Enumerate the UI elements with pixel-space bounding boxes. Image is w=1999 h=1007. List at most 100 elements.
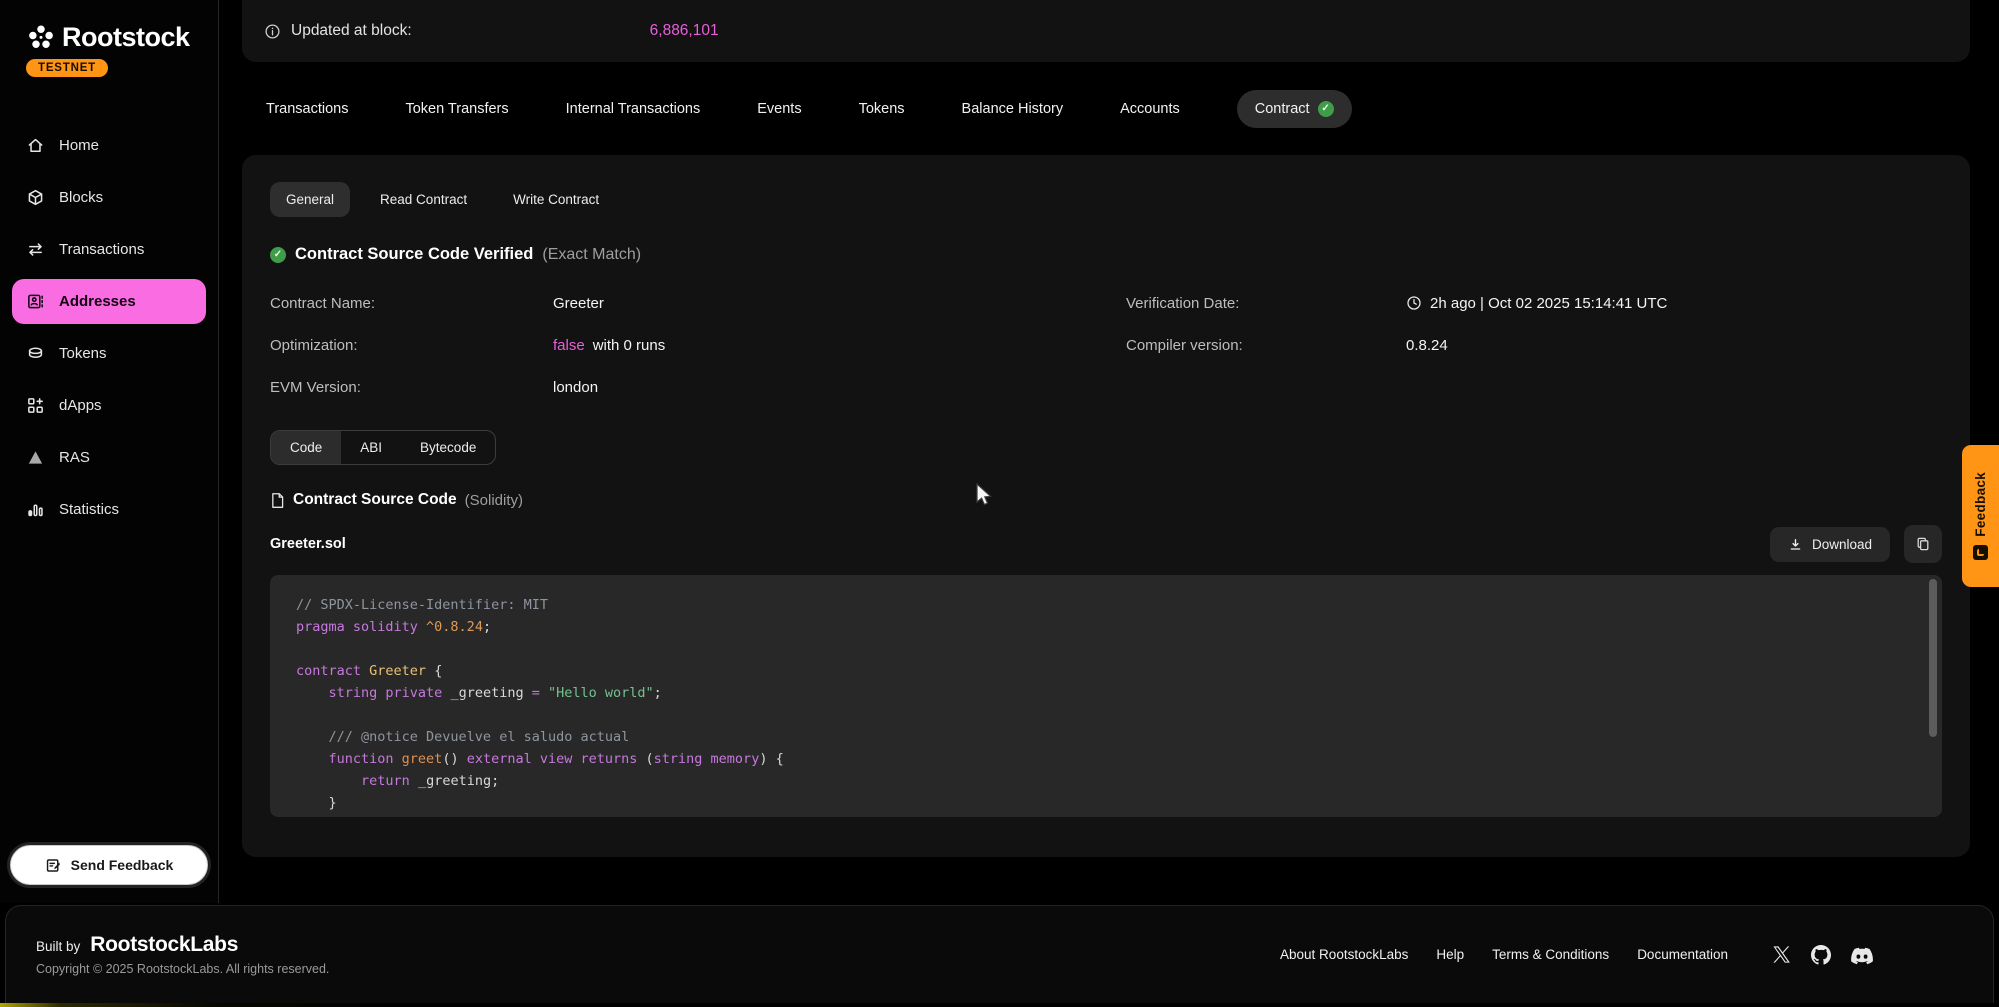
tab-events[interactable]: Events: [757, 101, 801, 117]
detail-row-evm-version: EVM Version: london: [270, 366, 1086, 408]
subtab-read-contract[interactable]: Read Contract: [364, 182, 483, 217]
verified-subtitle: (Exact Match): [542, 246, 641, 264]
code-view-toggle: Code ABI Bytecode: [270, 430, 496, 465]
sidebar-item-ras[interactable]: RAS: [12, 435, 206, 480]
coin-icon: [26, 344, 45, 363]
footer: Built by RootstockLabs Copyright © 2025 …: [5, 905, 1994, 1003]
copy-source-button[interactable]: [1904, 525, 1942, 563]
sidebar-item-dapps[interactable]: dApps: [12, 383, 206, 428]
contact-card-icon: [26, 292, 45, 311]
sidebar-item-label: dApps: [59, 397, 102, 414]
download-icon: [1788, 537, 1803, 552]
footer-link-about[interactable]: About RootstockLabs: [1280, 947, 1408, 962]
source-code-language: (Solidity): [465, 492, 523, 509]
tab-internal-transactions[interactable]: Internal Transactions: [566, 101, 701, 117]
verification-date-value: 2h ago | Oct 02 2025 15:14:41 UTC: [1406, 295, 1667, 312]
sidebar-item-addresses[interactable]: Addresses: [12, 279, 206, 324]
updated-at-block-card: Updated at block: 6,886,101: [242, 0, 1970, 62]
cube-icon: [26, 188, 45, 207]
clock-icon: [1406, 295, 1422, 311]
detail-row-contract-name: Contract Name: Greeter: [270, 282, 1086, 324]
source-code-header: Contract Source Code (Solidity): [270, 491, 1942, 509]
triangle-icon: [26, 448, 45, 467]
detail-row-verification-date: Verification Date: 2h ago | Oct 02 2025 …: [1126, 282, 1942, 324]
block-number-link[interactable]: 6,886,101: [650, 22, 719, 40]
main-content: Updated at block: 6,886,101 Transactions…: [219, 0, 1999, 903]
send-feedback-label: Send Feedback: [71, 857, 174, 873]
tab-contract-label: Contract: [1255, 101, 1310, 117]
sidebar-item-blocks[interactable]: Blocks: [12, 175, 206, 220]
verified-title: Contract Source Code Verified: [295, 245, 533, 264]
source-code-block: // SPDX-License-Identifier: MITpragma so…: [270, 575, 1942, 817]
feedback-side-tab[interactable]: Feedback: [1962, 445, 1999, 587]
copy-icon: [1915, 536, 1931, 552]
tab-contract[interactable]: Contract ✓: [1237, 90, 1352, 128]
sidebar-item-label: Tokens: [59, 345, 107, 362]
detail-row-optimization: Optimization: false with 0 runs: [270, 324, 1086, 366]
verification-date-label: Verification Date:: [1126, 295, 1406, 312]
code-content[interactable]: // SPDX-License-Identifier: MITpragma so…: [296, 594, 1916, 814]
footer-link-documentation[interactable]: Documentation: [1637, 947, 1728, 962]
details-right-column: Verification Date: 2h ago | Oct 02 2025 …: [1126, 282, 1942, 408]
subtab-general[interactable]: General: [270, 182, 350, 217]
sidebar-item-label: Home: [59, 137, 99, 154]
code-scrollbar-thumb[interactable]: [1929, 579, 1937, 737]
evm-version-value: london: [553, 379, 598, 396]
download-button[interactable]: Download: [1770, 527, 1890, 562]
logo-text: Rootstock: [62, 22, 190, 53]
sidebar-item-home[interactable]: Home: [12, 123, 206, 168]
rootstock-flower-icon: [26, 23, 56, 53]
verified-check-icon: ✓: [270, 247, 286, 263]
x-icon[interactable]: [1772, 945, 1791, 964]
sidebar-nav: Home Blocks Transactions Addresses: [12, 123, 206, 532]
details-left-column: Contract Name: Greeter Optimization: fal…: [270, 282, 1086, 408]
file-row: Greeter.sol Download: [270, 525, 1942, 563]
footer-link-terms[interactable]: Terms & Conditions: [1492, 947, 1609, 962]
sidebar-item-transactions[interactable]: Transactions: [12, 227, 206, 272]
footer-link-help[interactable]: Help: [1436, 947, 1464, 962]
bottom-accent-strip: [0, 1003, 1999, 1007]
source-code-title: Contract Source Code: [293, 491, 457, 509]
footer-links: About RootstockLabs Help Terms & Conditi…: [1280, 947, 1728, 962]
footer-branding: Built by RootstockLabs Copyright © 2025 …: [36, 933, 329, 976]
sidebar-item-tokens[interactable]: Tokens: [12, 331, 206, 376]
note-pencil-icon: [45, 857, 62, 874]
tab-balance-history[interactable]: Balance History: [962, 101, 1064, 117]
tab-accounts[interactable]: Accounts: [1120, 101, 1180, 117]
copyright-text: Copyright © 2025 RootstockLabs. All righ…: [36, 962, 329, 976]
send-feedback-button[interactable]: Send Feedback: [10, 845, 208, 885]
rootstock-logo[interactable]: Rootstock: [12, 22, 206, 53]
file-icon: [270, 492, 285, 509]
subtab-write-contract[interactable]: Write Contract: [497, 182, 615, 217]
info-icon: [264, 23, 281, 40]
tab-transactions[interactable]: Transactions: [266, 101, 348, 117]
github-icon[interactable]: [1811, 945, 1831, 965]
apps-grid-icon: [26, 396, 45, 415]
detail-row-compiler: Compiler version: 0.8.24: [1126, 324, 1942, 366]
built-by-row: Built by RootstockLabs: [36, 933, 329, 957]
toggle-bytecode[interactable]: Bytecode: [401, 431, 495, 464]
updated-at-block-label: Updated at block:: [291, 22, 412, 40]
evm-version-label: EVM Version:: [270, 379, 553, 396]
testnet-badge: TESTNET: [26, 59, 108, 77]
swap-arrows-icon: [26, 240, 45, 259]
feedback-tab-label: Feedback: [1973, 472, 1988, 537]
discord-icon[interactable]: [1851, 945, 1873, 965]
rootstocklabs-brand[interactable]: RootstockLabs: [90, 933, 238, 957]
source-filename: Greeter.sol: [270, 536, 346, 552]
compiler-version-label: Compiler version:: [1126, 337, 1406, 354]
toggle-code[interactable]: Code: [271, 431, 341, 464]
bar-chart-icon: [26, 500, 45, 519]
tab-token-transfers[interactable]: Token Transfers: [405, 101, 508, 117]
sidebar-item-label: Statistics: [59, 501, 119, 518]
contract-verified-check-icon: ✓: [1318, 101, 1334, 117]
sidebar-item-statistics[interactable]: Statistics: [12, 487, 206, 532]
sidebar-item-label: Transactions: [59, 241, 144, 258]
toggle-abi[interactable]: ABI: [341, 431, 401, 464]
sidebar-item-label: Addresses: [59, 293, 136, 310]
sidebar-item-label: Blocks: [59, 189, 103, 206]
address-tabs: Transactions Token Transfers Internal Tr…: [242, 62, 1970, 155]
download-label: Download: [1812, 537, 1872, 552]
app-shell: Rootstock TESTNET Home Blocks Transacti: [0, 0, 1999, 903]
tab-tokens[interactable]: Tokens: [859, 101, 905, 117]
